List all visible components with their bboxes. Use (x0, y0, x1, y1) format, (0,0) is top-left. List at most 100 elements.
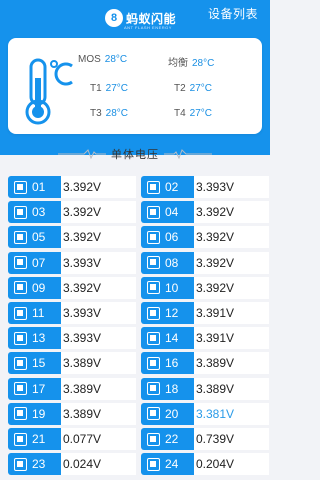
cell-badge: 08 (141, 251, 194, 274)
cell-number: 08 (165, 255, 179, 270)
cell-voltage-value: 3.393V (61, 302, 136, 324)
chip-icon (147, 331, 160, 345)
cell-voltage-value: 3.392V (61, 201, 136, 224)
device-list-button[interactable]: 设备列表 (208, 5, 258, 22)
cell-number: 22 (165, 432, 179, 446)
cell-voltage-value: 3.389V (194, 377, 269, 400)
chip-icon (14, 407, 27, 421)
cell-badge: 20 (141, 402, 194, 425)
cell-badge: 24 (141, 453, 194, 476)
cell-number: 09 (32, 280, 46, 295)
cell-voltage-value: 0.077V (61, 428, 136, 450)
chip-icon (14, 256, 27, 270)
cell-number: 01 (32, 180, 46, 194)
cell-badge: 19 (8, 402, 61, 425)
t4-temperature: T4 27°C (174, 108, 213, 119)
cell-number: 02 (165, 180, 179, 194)
cell-badge: 07 (8, 251, 61, 274)
cell-badge: 02 (141, 176, 194, 198)
chip-icon (14, 306, 27, 320)
cell-voltage-value: 3.389V (61, 352, 136, 375)
chip-icon (147, 205, 160, 219)
cell-number: 07 (32, 255, 46, 270)
cell-badge: 15 (8, 352, 61, 375)
cell-number: 19 (32, 406, 46, 421)
cell-voltage-value: 3.393V (61, 251, 136, 274)
cell-voltage-value: 3.392V (194, 226, 269, 249)
cell-voltage-title: 单体电压 (111, 149, 159, 161)
cell-number: 24 (165, 457, 179, 472)
cell-voltage-value: 3.389V (194, 352, 269, 375)
cell-number: 21 (32, 432, 46, 446)
cell-row-04: 04 3.392V (141, 201, 269, 224)
t1-temperature: T1 27°C (90, 83, 129, 94)
mos-temperature: MOS 28°C (78, 54, 128, 65)
cell-row-19: 19 3.389V (8, 402, 136, 425)
cell-number: 18 (165, 381, 179, 396)
cell-voltage-value: 3.392V (61, 276, 136, 299)
chip-icon (147, 256, 160, 270)
thermometer-icon (25, 58, 73, 125)
logo-subtitle: ANT FLASH ENERGY (124, 25, 172, 30)
cell-row-06: 06 3.392V (141, 226, 269, 249)
cell-number: 12 (165, 306, 179, 320)
cell-voltage-value: 3.392V (194, 251, 269, 274)
cell-row-17: 17 3.389V (8, 377, 136, 400)
cell-badge: 09 (8, 276, 61, 299)
chip-icon (147, 432, 160, 446)
cell-row-11: 11 3.393V (8, 302, 136, 324)
cell-row-07: 07 3.393V (8, 251, 136, 274)
cell-row-15: 15 3.389V (8, 352, 136, 375)
chip-icon (14, 180, 27, 194)
chip-icon (147, 356, 160, 370)
cell-row-09: 09 3.392V (8, 276, 136, 299)
cell-voltage-value: 3.389V (61, 377, 136, 400)
chip-icon (14, 356, 27, 370)
chip-icon (147, 180, 160, 194)
cell-voltage-value: 3.381V (194, 402, 269, 425)
temperature-card: MOS 28°C 均衡 28°C T1 27°C T2 27°C T3 28°C T4 27… (8, 38, 262, 134)
chip-icon (147, 407, 160, 421)
cell-voltage-value: 3.392V (194, 276, 269, 299)
cell-number: 15 (32, 356, 46, 371)
cell-number: 10 (165, 280, 179, 295)
cell-number: 14 (165, 331, 179, 346)
t2-temperature: T2 27°C (174, 83, 213, 94)
chip-icon (147, 382, 160, 396)
cell-row-10: 10 3.392V (141, 276, 269, 299)
cell-number: 11 (32, 306, 45, 320)
logo-text: 蚂蚁闪能 (126, 11, 177, 26)
cell-voltage-value: 3.392V (194, 201, 269, 224)
chip-icon (14, 230, 27, 244)
cell-number: 04 (165, 205, 179, 220)
chip-icon (147, 457, 160, 471)
cell-row-14: 14 3.391V (141, 327, 269, 350)
cell-badge: 13 (8, 327, 61, 350)
cell-number: 03 (32, 205, 46, 220)
cell-badge: 14 (141, 327, 194, 350)
cell-row-08: 08 3.392V (141, 251, 269, 274)
logo-mark-icon: 8 (105, 9, 123, 27)
cell-number: 16 (165, 356, 179, 371)
cell-row-22: 22 0.739V (141, 428, 269, 450)
cell-number: 06 (165, 230, 179, 245)
cell-number: 13 (32, 331, 46, 346)
cell-badge: 12 (141, 302, 194, 324)
cell-badge: 21 (8, 428, 61, 450)
chip-icon (14, 382, 27, 396)
cell-voltage-value: 3.393V (61, 327, 136, 350)
cell-row-12: 12 3.391V (141, 302, 269, 324)
chip-icon (14, 432, 27, 446)
chip-icon (14, 331, 27, 345)
cell-number: 23 (32, 457, 46, 472)
t3-temperature: T3 28°C (90, 108, 129, 119)
cell-voltage-value: 0.739V (194, 428, 269, 450)
cell-badge: 16 (141, 352, 194, 375)
chip-icon (147, 281, 160, 295)
pulse-right-icon (164, 149, 212, 160)
cell-row-21: 21 0.077V (8, 428, 136, 450)
cell-row-24: 24 0.204V (141, 453, 269, 476)
cell-badge: 11 (8, 302, 61, 324)
cell-badge: 04 (141, 201, 194, 224)
chip-icon (14, 457, 27, 471)
